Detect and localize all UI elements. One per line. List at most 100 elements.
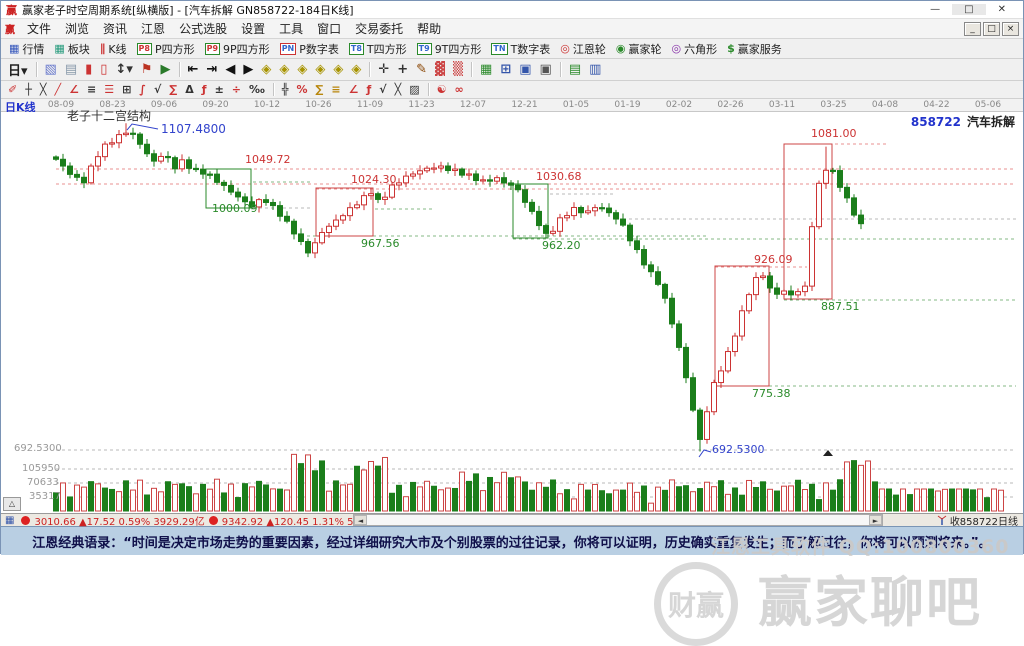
drawing-tool-icon-1[interactable]: ┼ (21, 83, 36, 96)
menu-item-公式选股[interactable]: 公式选股 (172, 20, 234, 37)
drawing-tool-icon-19[interactable]: ∑ (312, 83, 328, 96)
horizontal-scrollbar[interactable]: ◄ ► (353, 514, 883, 526)
drawing-tool-icon-13[interactable]: ± (211, 83, 228, 96)
chart-tool-icon-18[interactable]: ◈ (329, 62, 347, 77)
chart-tool-icon-33[interactable]: ▥ (585, 62, 605, 77)
chart-tool-icon-8[interactable]: ▶ (157, 62, 175, 77)
drawing-tool-icon-12[interactable]: ƒ (198, 83, 211, 96)
toolbar-button-P数字表[interactable]: PN P数字表 (275, 41, 344, 57)
drawing-tool-icon-3[interactable]: ╱ (50, 83, 65, 96)
volume-expand-button[interactable]: △ (3, 497, 21, 511)
close-button[interactable]: ✕ (986, 4, 1018, 15)
drawing-tool-icon-21[interactable]: ∠ (345, 83, 363, 96)
main-toolbar: ▦ 行情 ▦ 板块 ∥ K线 P8 P四方形 P9 9P四方形 PN P数字表 T8 T四方形 T9 9T四方… (1, 39, 1023, 59)
drawing-tool-icon-9[interactable]: √ (150, 83, 165, 96)
chart-tool-icon-7[interactable]: ⚑ (137, 62, 157, 77)
menu-item-工具[interactable]: 工具 (272, 20, 310, 37)
chart-tool-icon-30[interactable]: ▣ (536, 62, 556, 77)
toolbar-button-江恩轮[interactable]: ◎ 江恩轮 (555, 41, 611, 57)
toolbar-button-9T四方形[interactable]: T9 9T四方形 (412, 41, 487, 57)
chart-tool-icon-23[interactable]: ✎ (412, 62, 431, 77)
toolbar-button-板块[interactable]: ▦ 板块 (49, 41, 94, 57)
chart-tool-icon-29[interactable]: ▣ (515, 62, 535, 77)
drawing-tool-icon-22[interactable]: ƒ (363, 83, 376, 96)
toolbar-button-赢家轮[interactable]: ◉ 赢家轮 (611, 41, 667, 57)
chart-tool-icon-6[interactable]: ↕▾ (111, 62, 136, 77)
chart-tool-icon-13[interactable]: ▶ (239, 62, 257, 77)
chart-area[interactable]: 江恩工具软件 QQ:100800360 赢家聊吧 财赢 (1, 112, 1023, 646)
drawing-tool-icon-11[interactable]: Δ (181, 83, 198, 96)
toolbar-label: 赢家服务 (737, 42, 782, 56)
mdi-restore-button[interactable]: □ (983, 21, 1000, 36)
chart-tool-icon-12[interactable]: ◀ (221, 62, 239, 77)
chart-tool-icon-14[interactable]: ◈ (257, 62, 275, 77)
sh-index-quote: 3010.66 ▲17.52 0.59% 3929.29亿 (34, 516, 205, 528)
p9-icon: P9 (204, 42, 221, 55)
chart-tool-icon-25[interactable]: ▒ (449, 62, 467, 77)
mdi-minimize-button[interactable]: _ (964, 21, 981, 36)
menu-item-帮助[interactable]: 帮助 (410, 20, 448, 37)
menu-item-设置[interactable]: 设置 (234, 20, 272, 37)
chart-tool-icon-22[interactable]: + (393, 62, 412, 77)
drawing-tool-icon-2[interactable]: ╳ (36, 83, 51, 96)
drawing-tool-icon-6[interactable]: ☰ (100, 83, 118, 96)
chart-tool-icon-27[interactable]: ▦ (476, 62, 496, 77)
chart-tool-icon-16[interactable]: ◈ (293, 62, 311, 77)
toolbar-button-六角形[interactable]: ◎ 六角形 (667, 41, 723, 57)
menu-items: 文件 浏览 资讯 江恩 公式选股 设置 工具 窗口 交易委托 帮助 (20, 20, 448, 37)
chart-tool-icon-32[interactable]: ▤ (565, 62, 585, 77)
drawing-tool-icon-27[interactable]: ☯ (433, 83, 451, 96)
chart-tool-icon-11[interactable]: ⇥ (202, 62, 221, 77)
menu-item-窗口[interactable]: 窗口 (310, 20, 348, 37)
chart-tool-icon-3[interactable]: ▤ (61, 62, 81, 77)
menu-item-文件[interactable]: 文件 (20, 20, 58, 37)
sz-index-icon (208, 515, 218, 525)
drawing-tool-icon-0[interactable]: ✐ (4, 83, 21, 96)
toolbar-button-9P四方形[interactable]: P9 9P四方形 (200, 41, 275, 57)
toolbar-button-T数字表[interactable]: TN T数字表 (486, 41, 555, 57)
drawing-tool-icon-7[interactable]: ⊞ (118, 83, 135, 96)
grid-icon[interactable]: ▦ (5, 515, 14, 526)
chart-tool-icon-28[interactable]: ⊞ (496, 62, 515, 77)
chart-tool-icon-19[interactable]: ◈ (347, 62, 365, 77)
chart-tool-icon-17[interactable]: ◈ (311, 62, 329, 77)
menu-item-浏览[interactable]: 浏览 (58, 20, 96, 37)
drawing-tool-icon-24[interactable]: ╳ (391, 83, 406, 96)
drawing-tool-icon-23[interactable]: √ (375, 83, 390, 96)
minimize-button[interactable]: — (918, 4, 952, 15)
toolbar-button-赢家服务[interactable]: $ 赢家服务 (722, 41, 787, 57)
mdi-close-button[interactable]: × (1002, 21, 1019, 36)
toolbar-button-T四方形[interactable]: T8 T四方形 (344, 41, 412, 57)
drawing-tool-icon-15[interactable]: ‰ (245, 83, 269, 96)
menu-item-资讯[interactable]: 资讯 (96, 20, 134, 37)
chart-tool-icon-5[interactable]: ▯ (96, 62, 111, 77)
maximize-button[interactable]: □ (952, 4, 986, 15)
toolbar-label: 9P四方形 (223, 42, 270, 56)
chart-tool-icon-2[interactable]: ▧ (41, 62, 61, 77)
drawing-tool-icon-18[interactable]: % (292, 83, 311, 96)
chart-tool-icon-0[interactable]: 日▾ (4, 60, 32, 79)
scroll-left-arrow[interactable]: ◄ (354, 515, 367, 525)
chart-tool-icon-4[interactable]: ▮ (81, 62, 96, 77)
toolbar-button-行情[interactable]: ▦ 行情 (4, 41, 49, 57)
drawing-tool-icon-25[interactable]: ▨ (405, 83, 423, 96)
drawing-tool-icon-17[interactable]: ╬ (278, 83, 293, 96)
toolbar-button-P四方形[interactable]: P8 P四方形 (132, 41, 200, 57)
toolbar-button-K线[interactable]: ∥ K线 (95, 41, 132, 57)
chart-tool-icon-15[interactable]: ◈ (275, 62, 293, 77)
menu-item-交易委托[interactable]: 交易委托 (348, 20, 410, 37)
drawing-tool-icon-10[interactable]: ∑ (165, 83, 181, 96)
drawing-tool-icon-4[interactable]: ∠ (65, 83, 83, 96)
menu-item-江恩[interactable]: 江恩 (134, 20, 172, 37)
chart-tool-icon-10[interactable]: ⇤ (184, 62, 203, 77)
drawing-tool-icon-5[interactable]: ≡ (83, 83, 100, 96)
drawing-tool-icon-28[interactable]: ∞ (451, 83, 468, 96)
drawing-tool-icon-8[interactable]: ∫ (135, 83, 150, 96)
drawing-tool-icon-14[interactable]: ÷ (228, 83, 245, 96)
chart-tool-icon-21[interactable]: ✛ (374, 62, 393, 77)
drawing-tool-icon-20[interactable]: ≡ (327, 83, 344, 96)
赢家服务-icon: $ (727, 42, 735, 55)
chart-tool-icon-24[interactable]: ▓ (431, 62, 449, 77)
watermark-logo-text: 财赢 (667, 589, 724, 622)
scroll-right-arrow[interactable]: ► (869, 515, 882, 525)
